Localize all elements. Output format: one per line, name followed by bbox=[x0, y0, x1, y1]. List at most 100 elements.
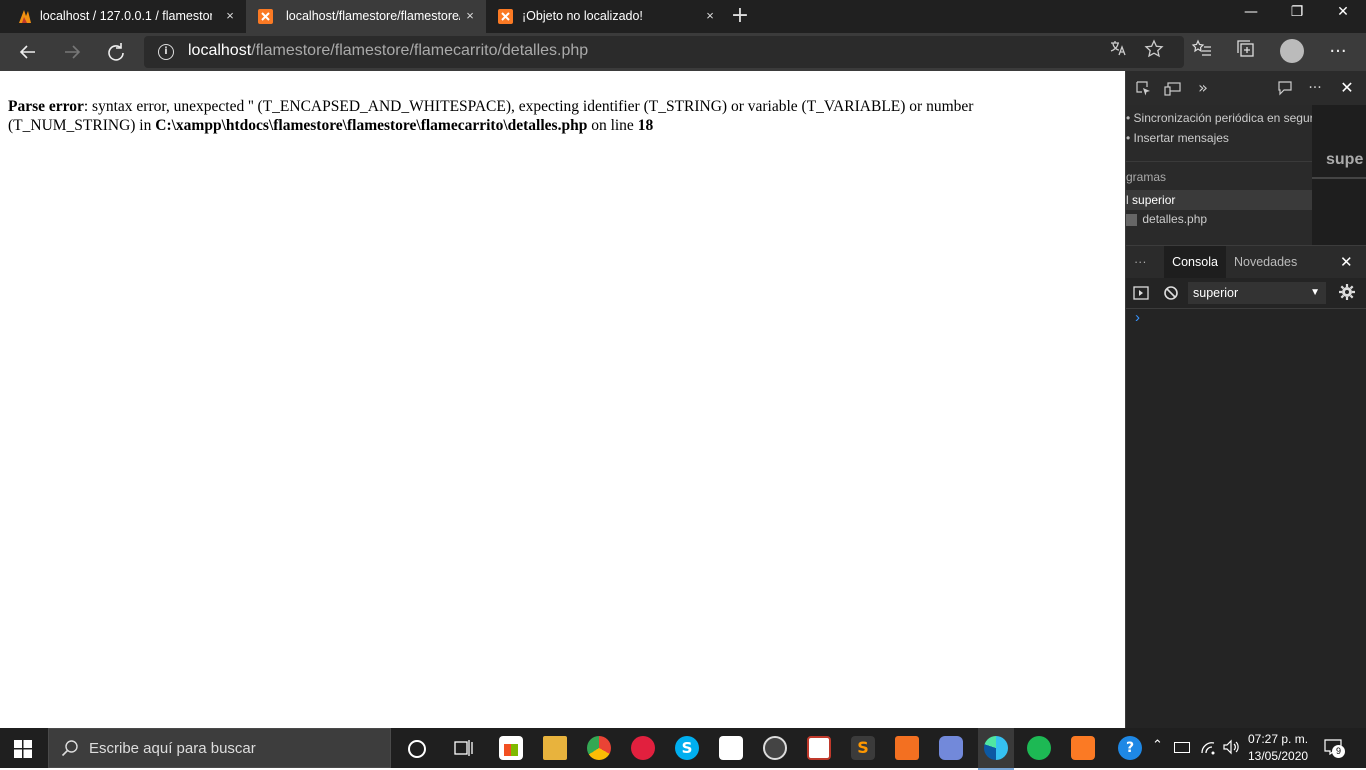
help-icon[interactable]: ? bbox=[1118, 736, 1142, 760]
discord-icon[interactable] bbox=[939, 736, 963, 760]
devtools-more-icon[interactable]: ··· bbox=[1306, 79, 1324, 97]
media-player-icon[interactable] bbox=[763, 736, 787, 760]
volume-icon[interactable] bbox=[1222, 739, 1240, 759]
error-label: Parse error bbox=[8, 98, 84, 115]
sublime-text-icon[interactable]: S bbox=[851, 736, 875, 760]
collections-icon[interactable] bbox=[1232, 38, 1260, 66]
devtools-toolbar: » ··· ✕ bbox=[1126, 71, 1366, 106]
preview-divider bbox=[1312, 177, 1366, 179]
battery-icon[interactable] bbox=[1174, 742, 1190, 753]
drawer-menu-icon[interactable]: ··· bbox=[1134, 246, 1147, 279]
arrow-left-icon bbox=[19, 45, 35, 59]
new-tab-button[interactable]: + bbox=[726, 3, 754, 31]
address-bar[interactable]: i localhost/flamestore/flamestore/flamec… bbox=[144, 36, 1184, 68]
edge-taskbar-button[interactable] bbox=[978, 728, 1014, 770]
notification-count-badge: 9 bbox=[1332, 745, 1345, 758]
inspect-element-icon[interactable] bbox=[1134, 79, 1152, 97]
context-select-value: superior bbox=[1193, 286, 1239, 300]
wifi-icon[interactable] bbox=[1200, 740, 1216, 759]
more-tabs-chevron-icon[interactable]: » bbox=[1194, 79, 1212, 97]
close-drawer-icon[interactable]: ✕ bbox=[1340, 246, 1353, 279]
error-line-number: 18 bbox=[637, 117, 654, 134]
back-button[interactable] bbox=[14, 38, 42, 66]
minimize-button[interactable]: — bbox=[1228, 0, 1274, 24]
paint-app-icon[interactable] bbox=[895, 736, 919, 760]
url-path: /flamestore/flamestore/flamecarrito/deta… bbox=[251, 42, 589, 59]
php-error-message: Parse error: syntax error, unexpected ''… bbox=[8, 97, 1068, 135]
clock-date: 13/05/2020 bbox=[1248, 749, 1309, 763]
search-placeholder: Escribe aquí para buscar bbox=[89, 740, 256, 757]
phpmyadmin-icon bbox=[18, 8, 33, 23]
tab-novedades[interactable]: Novedades bbox=[1234, 246, 1297, 279]
tab-title: localhost / 127.0.0.1 / flamestore bbox=[40, 9, 212, 23]
error-file: C:\xampp\htdocs\flamestore\flamestore\fl… bbox=[155, 117, 588, 134]
browser-toolbar: i localhost/flamestore/flamestore/flamec… bbox=[0, 33, 1366, 71]
cortana-icon[interactable] bbox=[408, 740, 426, 758]
tree-row[interactable]: • Sincronización periódica en segur bbox=[1126, 111, 1314, 125]
spotify-icon[interactable] bbox=[1027, 736, 1051, 760]
refresh-button[interactable] bbox=[102, 38, 130, 66]
xampp-icon bbox=[498, 9, 513, 24]
file-icon bbox=[1126, 213, 1137, 226]
edge-icon bbox=[984, 736, 1008, 760]
close-window-button[interactable]: ✕ bbox=[1320, 0, 1366, 24]
page-content: Parse error: syntax error, unexpected ''… bbox=[0, 71, 1125, 728]
tab-title: ¡Objeto no localizado! bbox=[522, 9, 643, 23]
tab-objeto-no-localizado[interactable]: ¡Objeto no localizado! × bbox=[486, 0, 726, 33]
translate-icon[interactable] bbox=[1104, 38, 1132, 66]
task-view-icon[interactable] bbox=[454, 739, 474, 761]
tree-row-label: Insertar mensajes bbox=[1133, 131, 1229, 145]
counter-strike-icon[interactable] bbox=[719, 736, 743, 760]
application-tree: • Sincronización periódica en segur • In… bbox=[1126, 105, 1314, 245]
restore-button[interactable]: ❐ bbox=[1274, 0, 1320, 24]
search-icon bbox=[61, 739, 79, 761]
chrome-icon[interactable] bbox=[587, 736, 611, 760]
tree-row[interactable]: • Insertar mensajes bbox=[1126, 131, 1229, 145]
favorite-star-icon[interactable] bbox=[1140, 38, 1168, 66]
tab-consola[interactable]: Consola bbox=[1164, 246, 1226, 279]
taskbar-search[interactable]: Escribe aquí para buscar bbox=[48, 728, 391, 768]
music-app-icon[interactable] bbox=[631, 736, 655, 760]
error-on-line: on line bbox=[587, 117, 638, 134]
file-explorer-icon[interactable] bbox=[543, 736, 567, 760]
device-emulation-icon[interactable] bbox=[1164, 79, 1182, 97]
windows-taskbar: Escribe aquí para buscar S S ? ⌃ 07:27 p… bbox=[0, 728, 1366, 770]
microsoft-store-icon[interactable] bbox=[499, 736, 523, 760]
close-tab-icon[interactable]: × bbox=[220, 6, 240, 26]
tree-section-header: gramas bbox=[1126, 161, 1312, 192]
context-select[interactable]: superior ▼ bbox=[1188, 282, 1326, 304]
clear-console-icon[interactable] bbox=[1162, 284, 1180, 302]
url-host: localhost bbox=[188, 42, 252, 59]
dropdown-arrow-icon: ▼ bbox=[1310, 287, 1320, 298]
console-settings-gear-icon[interactable] bbox=[1338, 283, 1356, 301]
xampp-icon bbox=[258, 9, 273, 24]
editor-app-icon[interactable] bbox=[807, 736, 831, 760]
tab-bar: localhost / 127.0.0.1 / flamestore × loc… bbox=[0, 0, 1366, 33]
close-devtools-icon[interactable]: ✕ bbox=[1338, 79, 1356, 97]
url-text[interactable]: localhost/flamestore/flamestore/flamecar… bbox=[188, 42, 588, 60]
notifications-icon[interactable]: 9 bbox=[1324, 739, 1345, 759]
tree-row-selected[interactable]: l superior bbox=[1126, 190, 1312, 210]
favorites-icon[interactable] bbox=[1188, 38, 1216, 66]
profile-avatar[interactable] bbox=[1280, 39, 1304, 63]
console-toolbar: superior ▼ bbox=[1126, 278, 1366, 309]
taskbar-clock[interactable]: 07:27 p. m. 13/05/2020 bbox=[1248, 731, 1308, 765]
devtools-preview-pane: supe bbox=[1312, 105, 1366, 245]
console-prompt[interactable]: › bbox=[1135, 309, 1140, 326]
skype-icon[interactable]: S bbox=[675, 736, 699, 760]
forward-button[interactable] bbox=[58, 38, 86, 66]
tab-phpmyadmin[interactable]: localhost / 127.0.0.1 / flamestore × bbox=[0, 0, 246, 33]
xampp-taskbar-icon[interactable] bbox=[1071, 736, 1095, 760]
tray-chevron-up-icon[interactable]: ⌃ bbox=[1152, 738, 1163, 753]
tab-detalles[interactable]: localhost/flamestore/flamestore/ × bbox=[246, 0, 486, 33]
close-tab-icon[interactable]: × bbox=[460, 6, 480, 26]
info-icon[interactable]: i bbox=[158, 44, 174, 60]
tree-row[interactable]: detalles.php bbox=[1126, 212, 1207, 226]
close-tab-icon[interactable]: × bbox=[700, 6, 720, 26]
sidebar-toggle-icon[interactable] bbox=[1132, 284, 1150, 302]
tab-title: localhost/flamestore/flamestore/ bbox=[286, 9, 460, 23]
feedback-icon[interactable] bbox=[1276, 79, 1294, 97]
windows-start-icon[interactable] bbox=[14, 740, 32, 762]
settings-more-icon[interactable]: ··· bbox=[1324, 38, 1352, 66]
arrow-right-icon bbox=[65, 45, 81, 59]
